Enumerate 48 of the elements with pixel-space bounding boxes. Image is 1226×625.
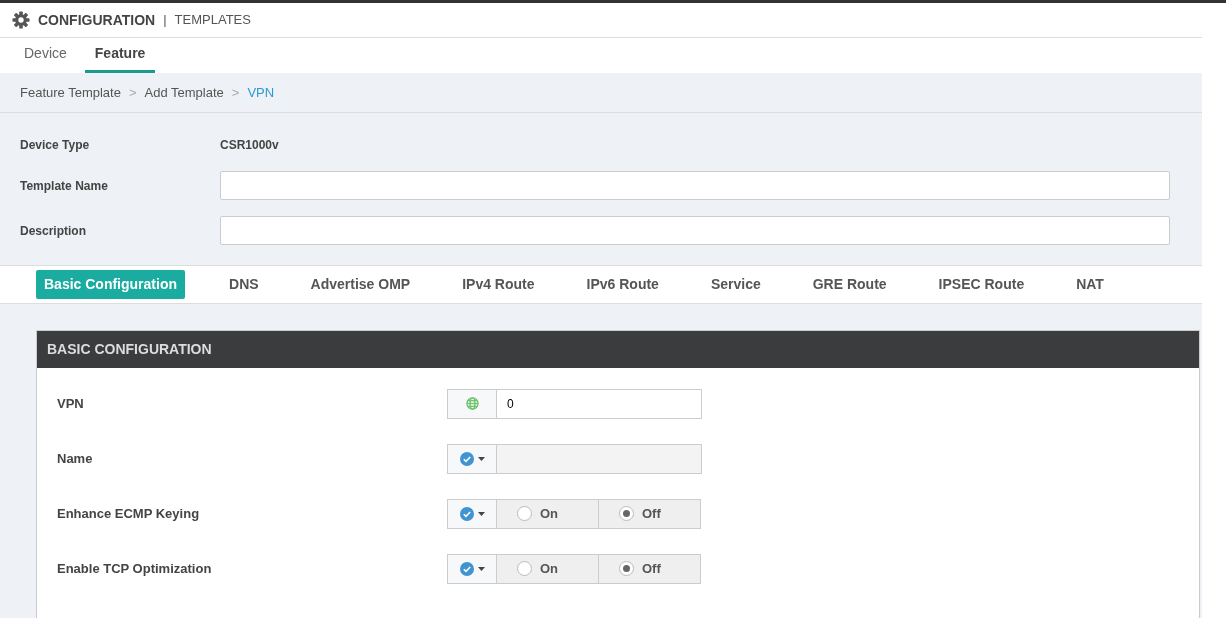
radio-option[interactable]: On — [497, 498, 599, 529]
input-field[interactable] — [220, 171, 1170, 200]
check-circle-icon — [459, 451, 474, 466]
field-label: Name — [57, 449, 94, 468]
breadcrumb-separator: > — [128, 83, 137, 102]
section-tab[interactable]: NAT — [1068, 270, 1112, 299]
input-field[interactable] — [220, 216, 1170, 245]
radio-option[interactable]: On — [497, 553, 599, 584]
title-separator: | — [163, 11, 167, 30]
radio-option[interactable]: Off — [599, 498, 701, 529]
globe-icon — [465, 397, 479, 410]
page-title: CONFIGURATION — [38, 10, 156, 30]
field-label: Template Name — [20, 177, 109, 195]
settings-icon — [12, 11, 30, 29]
section-tab[interactable]: IPv4 Route — [454, 270, 543, 299]
breadcrumb-item[interactable]: Feature Template — [20, 82, 121, 103]
section-tab[interactable]: DNS — [221, 270, 267, 299]
tab[interactable]: Device — [14, 35, 77, 73]
field-label: Description — [20, 222, 87, 240]
field-label: Device Type — [20, 137, 91, 154]
section-tab[interactable]: IPSEC Route — [930, 270, 1033, 299]
check-circle-icon — [459, 561, 474, 576]
breadcrumb-item: VPN — [247, 83, 275, 102]
radio-button[interactable] — [619, 561, 634, 576]
scope-dropdown[interactable] — [447, 498, 497, 529]
radio-button[interactable] — [619, 506, 634, 521]
input-field[interactable]: 0 — [497, 388, 702, 419]
caret-icon — [477, 456, 485, 461]
section-tab[interactable]: GRE Route — [804, 270, 895, 299]
caret-icon — [477, 511, 485, 516]
page-subtitle: TEMPLATES — [174, 11, 251, 30]
section-tab[interactable]: Advertise OMP — [302, 270, 419, 299]
panel-header: BASIC CONFIGURATION — [37, 331, 1199, 368]
caret-icon — [477, 566, 485, 571]
scope-dropdown[interactable] — [447, 388, 497, 419]
field-label: VPN — [57, 394, 85, 413]
radio-button[interactable] — [517, 506, 532, 521]
scope-dropdown[interactable] — [447, 553, 497, 584]
section-tab[interactable]: IPv6 Route — [578, 270, 667, 299]
section-tab[interactable]: Service — [702, 270, 769, 299]
field-label: Enable TCP Optimization — [57, 559, 213, 578]
breadcrumb-item[interactable]: Add Template — [144, 82, 224, 103]
breadcrumb-separator: > — [231, 83, 240, 102]
check-circle-icon — [459, 506, 474, 521]
radio-option[interactable]: Off — [599, 553, 701, 584]
device-type-value: CSR1000v — [220, 137, 280, 154]
radio-button[interactable] — [517, 561, 532, 576]
field-label: Enhance ECMP Keying — [57, 504, 201, 523]
